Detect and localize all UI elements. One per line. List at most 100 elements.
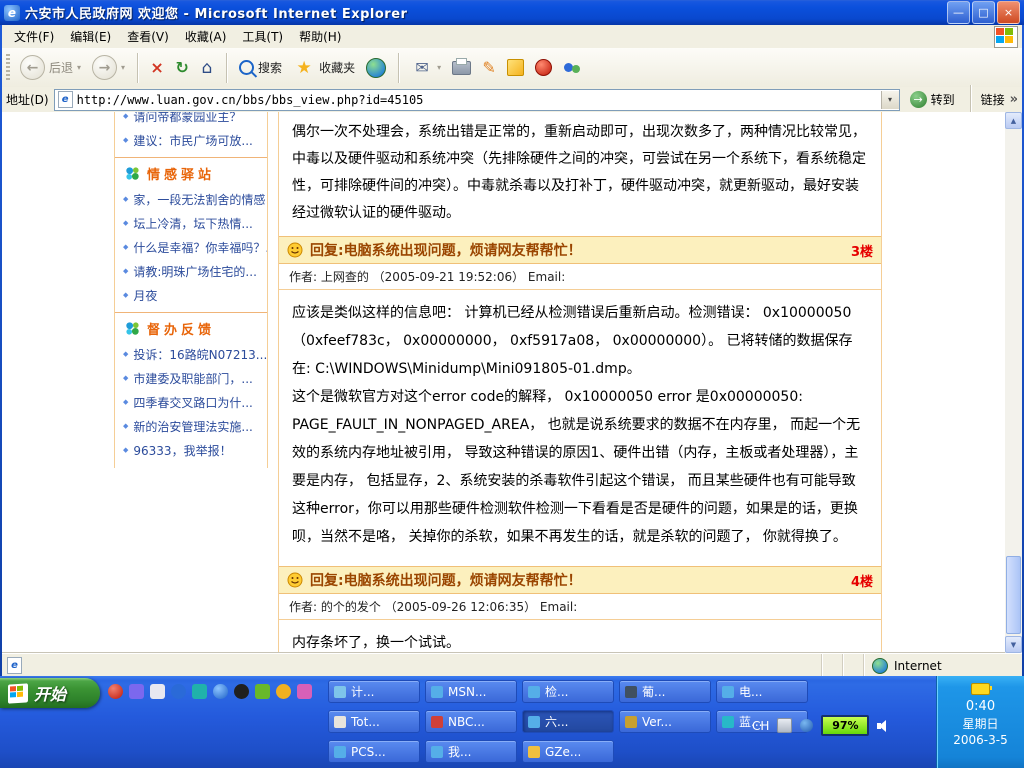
start-button[interactable]: 开始 xyxy=(0,678,100,708)
sidebar-topic-link[interactable]: ◆ 请问帝都蒙园业主？ xyxy=(115,112,267,128)
forward-dropdown-icon[interactable]: ▾ xyxy=(121,63,125,72)
quicklaunch-icon[interactable] xyxy=(108,684,123,699)
toolbar-grip[interactable] xyxy=(6,54,10,82)
taskbar-window-button[interactable]: PCS... xyxy=(328,740,420,763)
print-button[interactable] xyxy=(448,59,475,77)
mail-button[interactable]: ✉ ▾ xyxy=(407,55,445,81)
menu-edit[interactable]: 编辑(E) xyxy=(62,26,119,47)
app-icon xyxy=(334,746,346,758)
favorites-button[interactable]: ★ 收藏夹 xyxy=(289,55,359,81)
taskbar-window-button[interactable]: 我... xyxy=(425,740,517,763)
sidebar-topic-link[interactable]: ◆ 月夜 xyxy=(115,283,267,307)
back-button[interactable]: ← 后退 ▾ xyxy=(16,53,85,82)
messenger-button[interactable] xyxy=(503,57,528,78)
volume-icon[interactable] xyxy=(877,720,892,732)
close-button[interactable]: × xyxy=(997,1,1020,24)
quicklaunch-icon[interactable] xyxy=(192,684,207,699)
edit-button[interactable]: ✎ xyxy=(478,57,500,79)
sidebar-topic-link[interactable]: ◆ 市建委及职能部门，... xyxy=(115,366,267,390)
minimize-button[interactable]: — xyxy=(947,1,970,24)
taskbar-window-button[interactable]: GZe... xyxy=(522,740,614,763)
sidebar-topic-link[interactable]: ◆ 请教:明珠广场住宅的... xyxy=(115,259,267,283)
links-chevron-icon[interactable]: » xyxy=(1010,92,1018,107)
address-input[interactable]: e http://www.luan.gov.cn/bbs/bbs_view.ph… xyxy=(54,89,900,111)
sidebar-section-header: 情感驿站 xyxy=(115,157,267,187)
app-icon xyxy=(625,686,637,698)
taskbar-window-button[interactable]: Tot... xyxy=(328,710,420,733)
system-tray: CH 97% xyxy=(752,715,892,736)
reply-header: 回复:电脑系统出现问题，烦请网友帮帮忙！ 3楼 xyxy=(279,236,881,264)
reply-title: 回复:电脑系统出现问题，烦请网友帮帮忙！ xyxy=(310,240,582,260)
quicklaunch-icon[interactable] xyxy=(129,684,144,699)
taskbar-window-button[interactable]: 葡... xyxy=(619,680,711,703)
battery-percentage-badge[interactable]: 97% xyxy=(821,715,869,736)
toolbar-separator xyxy=(226,53,227,83)
quicklaunch-icon[interactable] xyxy=(150,684,165,699)
quicklaunch-icon[interactable] xyxy=(276,684,291,699)
taskbar-window-button[interactable]: 电... xyxy=(716,680,808,703)
quicklaunch-icon[interactable] xyxy=(234,684,249,699)
task-label: 六... xyxy=(545,713,568,730)
language-indicator[interactable]: CH xyxy=(752,719,769,733)
sidebar-topic-link[interactable]: ◆ 投诉：16路皖N07213... xyxy=(115,342,267,366)
task-label: Ver... xyxy=(642,715,672,729)
menu-view[interactable]: 查看(V) xyxy=(119,26,177,47)
sidebar-topic-link[interactable]: ◆ 什么是幸福？你幸福吗？... xyxy=(115,235,267,259)
search-button[interactable]: 搜索 xyxy=(235,57,286,78)
sidebar-topic-link[interactable]: ◆ 建议：市民广场可放... xyxy=(115,128,267,152)
thread-content: 偶尔一次不处理会，系统出错是正常的，重新启动即可，出现次数多了，两种情况比较常见… xyxy=(278,112,882,653)
maximize-button[interactable]: □ xyxy=(972,1,995,24)
taskbar-window-button-active[interactable]: 六... xyxy=(522,710,614,733)
address-dropdown-button[interactable]: ▾ xyxy=(881,91,899,109)
topic-label: 新的治安管理法实施... xyxy=(133,418,252,435)
quicklaunch-icon[interactable] xyxy=(213,684,228,699)
task-label: 电... xyxy=(739,683,762,700)
sidebar-topic-link[interactable]: ◆ 96333，我举报！ xyxy=(115,438,267,462)
bullet-icon: ◆ xyxy=(123,446,128,454)
links-label[interactable]: 链接 xyxy=(981,91,1005,108)
app-icon xyxy=(528,686,540,698)
vertical-scrollbar[interactable]: ▲ ▼ xyxy=(1005,112,1022,653)
taskbar-window-button[interactable]: 计... xyxy=(328,680,420,703)
stop-button[interactable]: × xyxy=(146,57,168,79)
status-left: e xyxy=(2,657,821,674)
reply-text: 偶尔一次不处理会，系统出错是正常的，重新启动即可，出现次数多了，两种情况比较常见… xyxy=(279,112,881,236)
taskbar-window-button[interactable]: Ver... xyxy=(619,710,711,733)
toolbar: ← 后退 ▾ → ▾ × ↻ ⌂ 搜索 ★ 收藏夹 ✉ ▾ xyxy=(2,48,1022,88)
smiley-icon xyxy=(287,572,303,588)
battery-tray-icon[interactable] xyxy=(971,683,990,695)
qq-button[interactable] xyxy=(531,57,556,78)
forward-button[interactable]: → ▾ xyxy=(88,53,129,82)
quicklaunch-icon[interactable] xyxy=(171,684,186,699)
bullet-icon: ◆ xyxy=(123,422,128,430)
taskbar: 开始 计... MSN... 检... 葡... 电... Tot... NBC… xyxy=(0,676,1024,768)
history-button[interactable] xyxy=(362,56,390,80)
sidebar-topic-link[interactable]: ◆ 新的治安管理法实施... xyxy=(115,414,267,438)
taskbar-window-button[interactable]: NBC... xyxy=(425,710,517,733)
scroll-down-button[interactable]: ▼ xyxy=(1005,636,1022,653)
back-dropdown-icon[interactable]: ▾ xyxy=(77,63,81,72)
menu-favorites[interactable]: 收藏(A) xyxy=(177,26,235,47)
refresh-button[interactable]: ↻ xyxy=(171,57,193,79)
forward-icon: → xyxy=(92,55,117,80)
taskbar-window-button[interactable]: MSN... xyxy=(425,680,517,703)
taskbar-window-button[interactable]: 检... xyxy=(522,680,614,703)
sidebar-topic-link[interactable]: ◆ 家，一段无法割舍的情感 xyxy=(115,187,267,211)
menu-help[interactable]: 帮助(H) xyxy=(291,26,349,47)
tray-icon[interactable] xyxy=(800,719,813,732)
menu-file[interactable]: 文件(F) xyxy=(6,26,62,47)
scrollbar-thumb[interactable] xyxy=(1006,556,1021,634)
section-title: 督办反馈 xyxy=(147,319,215,338)
menu-tools[interactable]: 工具(T) xyxy=(234,26,291,47)
go-button[interactable]: → 转到 xyxy=(905,90,960,109)
scroll-up-button[interactable]: ▲ xyxy=(1005,112,1022,129)
sidebar-topic-link[interactable]: ◆ 坛上冷清，坛下热情... xyxy=(115,211,267,235)
mail-dropdown-icon[interactable]: ▾ xyxy=(437,63,441,72)
window-border-left xyxy=(0,25,2,676)
quicklaunch-icon[interactable] xyxy=(297,684,312,699)
sidebar-topic-link[interactable]: ◆ 四季春交叉路口为什... xyxy=(115,390,267,414)
keyboard-tray-icon[interactable] xyxy=(777,718,792,733)
quicklaunch-icon[interactable] xyxy=(255,684,270,699)
netmeeting-button[interactable] xyxy=(559,59,585,77)
home-button[interactable]: ⌂ xyxy=(196,57,218,79)
